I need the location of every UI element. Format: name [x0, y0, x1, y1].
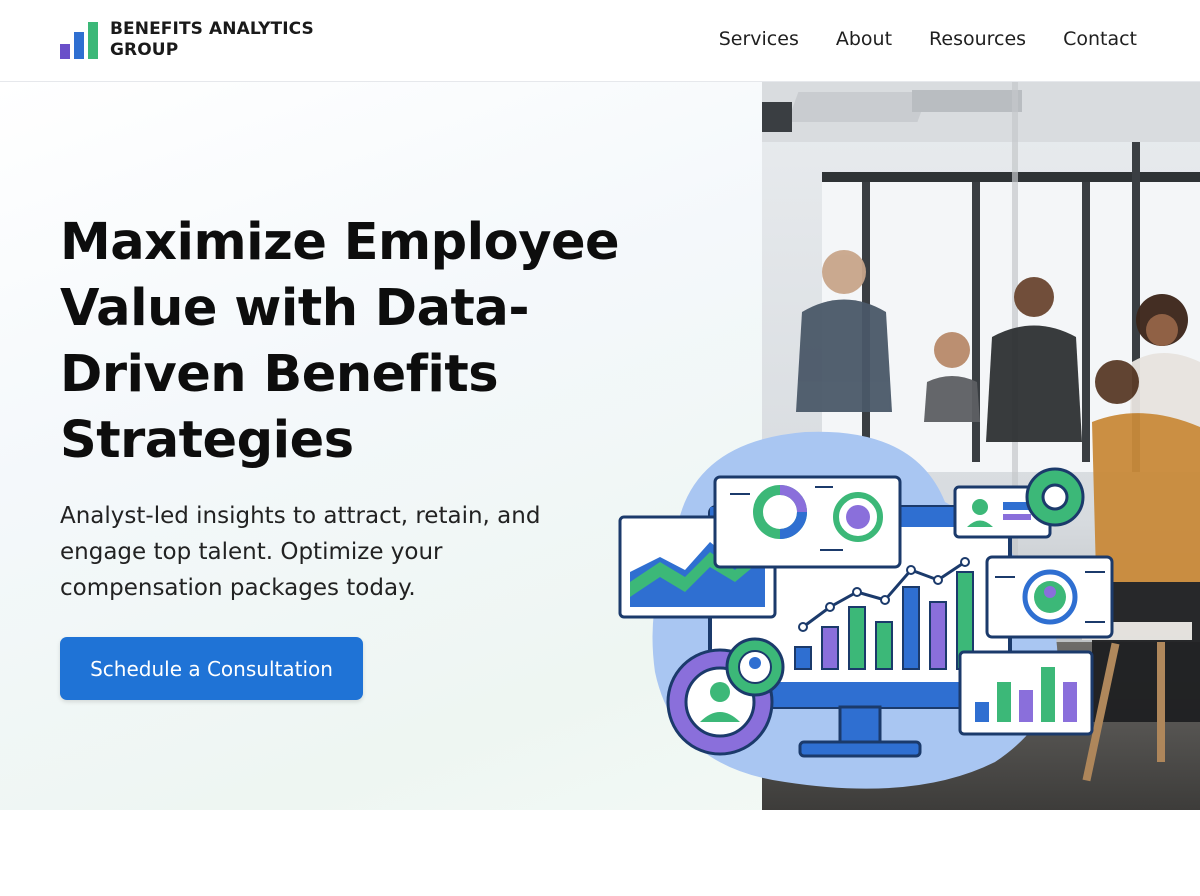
headline-line-4: Strategies — [60, 411, 354, 470]
nav-link-resources[interactable]: Resources — [929, 28, 1026, 50]
user-profile-card-icon — [985, 555, 1114, 639]
brand-logo[interactable]: BENEFITS ANALYTICS GROUP — [60, 19, 314, 61]
hero-subheadline: Analyst-led insights to attract, retain,… — [60, 498, 580, 606]
nav-link-contact[interactable]: Contact — [1063, 28, 1137, 50]
below-fold-section — [0, 810, 1200, 896]
main-nav: Services About Resources Contact — [719, 28, 1137, 50]
brand-name-line1: BENEFITS ANALYTICS — [110, 19, 314, 39]
subheadline-line-2: engage top talent. Optimize your — [60, 539, 443, 565]
subheadline-line-1: Analyst-led insights to attract, retain,… — [60, 503, 541, 529]
nav-link-services[interactable]: Services — [719, 28, 799, 50]
bar-chart-icon — [958, 650, 1094, 736]
headline-line-1: Maximize Employee — [60, 213, 620, 272]
hero-copy: Maximize Employee Value with Data- Drive… — [60, 210, 660, 606]
analytics-illustration — [618, 431, 1114, 789]
donut-chart-icon — [713, 475, 902, 569]
bar-chart-logo-icon — [60, 22, 98, 59]
brand-name: BENEFITS ANALYTICS GROUP — [110, 19, 314, 61]
hero-section: Maximize Employee Value with Data- Drive… — [0, 82, 1200, 810]
subheadline-line-3: compensation packages today. — [60, 575, 416, 601]
brand-name-line2: GROUP — [110, 40, 179, 60]
site-header: BENEFITS ANALYTICS GROUP Services About … — [0, 0, 1200, 82]
schedule-consultation-button[interactable]: Schedule a Consultation — [60, 637, 363, 700]
nav-link-about[interactable]: About — [836, 28, 892, 50]
headline-line-2: Value with Data- — [60, 279, 529, 338]
gear-icon — [1025, 467, 1085, 527]
headline-line-3: Driven Benefits — [60, 345, 499, 404]
hero-headline: Maximize Employee Value with Data- Drive… — [60, 210, 660, 474]
